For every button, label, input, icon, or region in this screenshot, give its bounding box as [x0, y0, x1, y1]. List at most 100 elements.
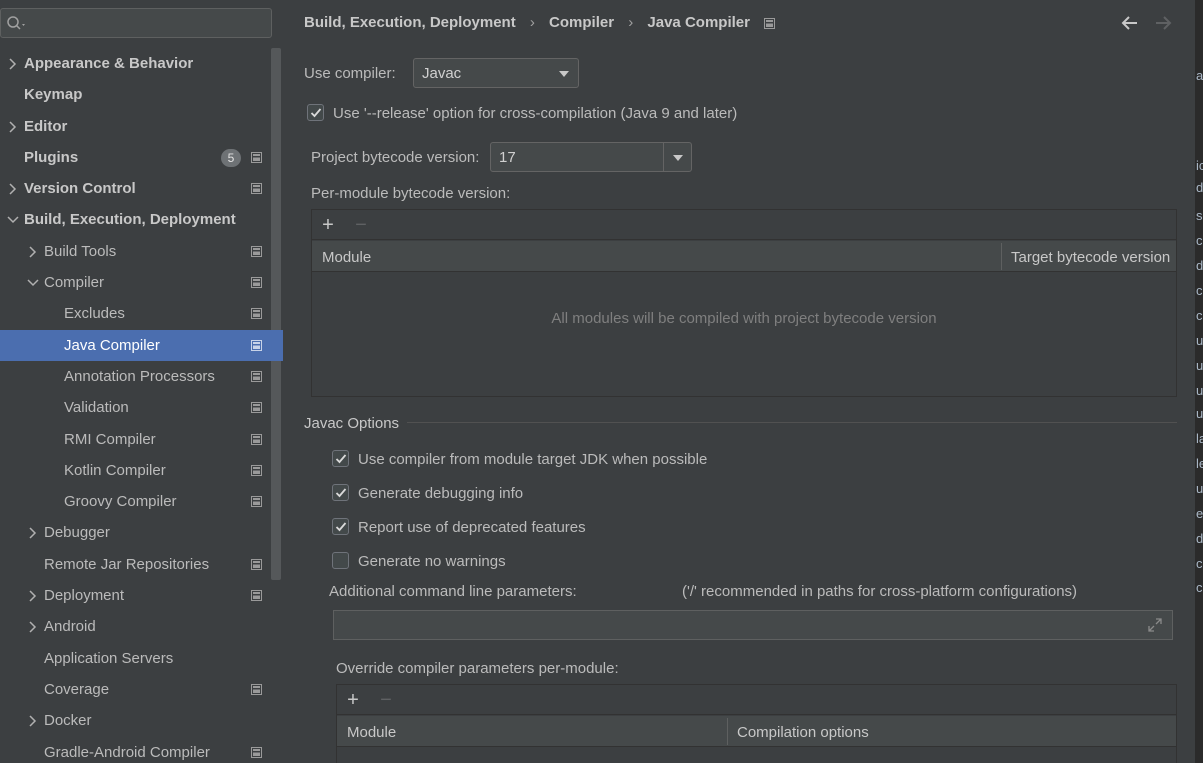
project-scope-icon — [251, 558, 262, 570]
project-scope-icon — [251, 245, 262, 257]
sidebar-item-remote-jar-repositories[interactable]: Remote Jar Repositories — [0, 549, 283, 580]
chevron-right-icon[interactable] — [7, 48, 19, 79]
option-label-target-jdk[interactable]: Use compiler from module target JDK when… — [358, 451, 707, 468]
chevron-right-icon[interactable] — [27, 705, 39, 736]
sidebar-item-label: Debugger — [44, 524, 110, 542]
column-compilation-options[interactable]: Compilation options — [737, 716, 869, 747]
use-compiler-select[interactable]: Javac — [413, 58, 579, 88]
sidebar-item-coverage[interactable]: Coverage — [0, 674, 283, 705]
sidebar-item-label: Editor — [24, 117, 68, 135]
sidebar-item-appearance-behavior[interactable]: Appearance & Behavior — [0, 48, 283, 79]
sidebar-item-build-tools[interactable]: Build Tools — [0, 236, 283, 267]
per-module-toolbar: + − — [312, 210, 1176, 240]
chevron-right-icon[interactable] — [7, 111, 19, 142]
sidebar-item-debugger[interactable]: Debugger — [0, 517, 283, 548]
sidebar-item-label: Build, Execution, Deployment — [24, 211, 236, 229]
use-compiler-value: Javac — [422, 65, 462, 82]
chevron-down-icon[interactable] — [7, 204, 19, 235]
edge-text-fragment: u — [1196, 358, 1203, 373]
remove-module-button[interactable]: − — [350, 210, 372, 240]
back-arrow-icon[interactable] — [1120, 13, 1140, 33]
sidebar-item-gradle-android-compiler[interactable]: Gradle-Android Compiler — [0, 737, 283, 763]
edge-text-fragment: c — [1196, 283, 1203, 298]
column-target-bytecode[interactable]: Target bytecode version — [1011, 241, 1170, 272]
sidebar-item-label: Java Compiler — [64, 336, 160, 354]
edge-text-fragment: es — [1196, 506, 1203, 521]
sidebar-item-deployment[interactable]: Deployment — [0, 580, 283, 611]
breadcrumb-item-build[interactable]: Build, Execution, Deployment — [304, 14, 516, 31]
project-bytecode-value: 17 — [499, 149, 516, 166]
sidebar-item-label: Coverage — [44, 680, 110, 698]
project-bytecode-select[interactable]: 17 — [490, 142, 692, 172]
chevron-right-icon[interactable] — [7, 173, 19, 204]
sidebar-item-android[interactable]: Android — [0, 611, 283, 642]
sidebar-item-rmi-compiler[interactable]: RMI Compiler — [0, 424, 283, 455]
project-scope-icon — [251, 151, 262, 163]
edge-text-fragment: d — [1196, 258, 1203, 273]
sidebar-item-version-control[interactable]: Version Control — [0, 173, 283, 204]
column-module[interactable]: Module — [322, 241, 371, 272]
forward-arrow-icon[interactable] — [1153, 13, 1173, 33]
edge-text-fragment: u — [1196, 383, 1203, 398]
project-scope-icon — [251, 433, 262, 445]
chevron-right-icon[interactable] — [27, 236, 39, 267]
settings-search-input[interactable] — [0, 8, 272, 38]
breadcrumb-item-compiler[interactable]: Compiler — [549, 14, 614, 31]
sidebar-item-excludes[interactable]: Excludes — [0, 298, 283, 329]
sidebar-item-label: Docker — [44, 712, 92, 730]
option-label-no-warnings[interactable]: Generate no warnings — [358, 553, 506, 570]
breadcrumb-item-java-compiler: Java Compiler — [647, 14, 750, 31]
search-icon — [7, 16, 25, 30]
sidebar-item-label: Compiler — [44, 274, 105, 292]
edge-text-fragment: u — [1196, 333, 1203, 348]
option-checkbox-target-jdk[interactable] — [332, 450, 349, 467]
release-option-checkbox[interactable] — [307, 104, 324, 121]
sidebar-item-label: Android — [44, 618, 96, 636]
expand-icon[interactable] — [1147, 617, 1163, 633]
sidebar-item-plugins[interactable]: Plugins 5 — [0, 142, 283, 173]
option-label-deprecated[interactable]: Report use of deprecated features — [358, 519, 586, 536]
option-checkbox-deprecated[interactable] — [332, 518, 349, 535]
background-editor-edge: aicdscdccuuuulaleuesdcc — [1195, 0, 1203, 763]
sidebar-item-compiler[interactable]: Compiler — [0, 267, 283, 298]
sidebar-item-build-execution-deployment[interactable]: Build, Execution, Deployment — [0, 204, 283, 235]
sidebar-item-kotlin-compiler[interactable]: Kotlin Compiler — [0, 455, 283, 486]
checkmark-icon — [310, 108, 322, 118]
option-checkbox-debugging-info[interactable] — [332, 484, 349, 501]
sidebar-item-annotation-processors[interactable]: Annotation Processors — [0, 361, 283, 392]
option-checkbox-no-warnings[interactable] — [332, 552, 349, 569]
project-scope-icon — [251, 464, 262, 476]
javac-options-title: Javac Options — [304, 415, 400, 432]
chevron-right-icon[interactable] — [27, 580, 39, 611]
sidebar-item-java-compiler[interactable]: Java Compiler — [0, 329, 283, 361]
sidebar-item-label: Deployment — [44, 587, 125, 605]
project-scope-icon — [764, 17, 776, 29]
chevron-down-icon[interactable] — [27, 267, 39, 298]
sidebar-item-docker[interactable]: Docker — [0, 705, 283, 736]
sidebar-item-groovy-compiler[interactable]: Groovy Compiler — [0, 486, 283, 517]
edge-text-fragment: u — [1196, 406, 1203, 421]
release-option-label[interactable]: Use '--release' option for cross-compila… — [333, 105, 737, 122]
column-divider[interactable] — [727, 718, 728, 745]
remove-override-button[interactable]: − — [375, 685, 397, 715]
column-divider[interactable] — [1001, 243, 1002, 270]
add-module-button[interactable]: + — [317, 210, 339, 240]
override-params-panel: + − Module Compilation options — [336, 684, 1177, 763]
project-scope-icon — [251, 496, 262, 508]
sidebar-item-label: Remote Jar Repositories — [44, 555, 210, 573]
project-scope-icon — [251, 183, 262, 195]
add-override-button[interactable]: + — [342, 685, 364, 715]
sidebar-item-application-servers[interactable]: Application Servers — [0, 643, 283, 674]
project-scope-icon — [251, 370, 262, 382]
plugins-update-badge: 5 — [221, 148, 241, 167]
chevron-right-icon[interactable] — [27, 611, 39, 642]
project-scope-icon — [251, 339, 262, 351]
sidebar-item-editor[interactable]: Editor — [0, 111, 283, 142]
column-module[interactable]: Module — [347, 716, 396, 747]
sidebar-item-validation[interactable]: Validation — [0, 392, 283, 423]
additional-params-input[interactable] — [333, 610, 1173, 640]
chevron-right-icon[interactable] — [27, 517, 39, 548]
sidebar-item-keymap[interactable]: Keymap — [0, 79, 283, 110]
option-label-debugging-info[interactable]: Generate debugging info — [358, 485, 523, 502]
section-separator — [407, 422, 1177, 423]
